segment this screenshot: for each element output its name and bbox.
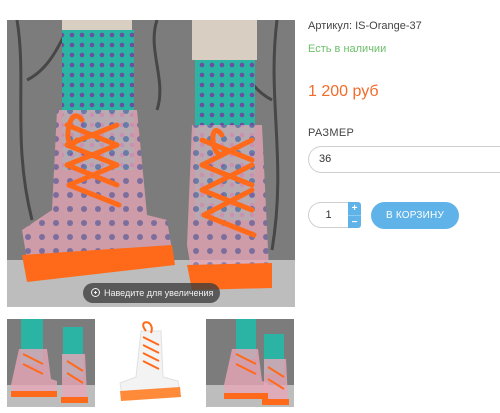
quantity-increase-button[interactable]: +	[348, 202, 361, 215]
product-sku: Артикул: IS-Orange-37	[308, 20, 422, 32]
boot-product-thumb-icon	[106, 319, 194, 407]
thumbnail-3[interactable]	[206, 319, 294, 407]
zoom-hint: Наведите для увеличения	[83, 283, 220, 303]
zoom-icon	[91, 288, 100, 297]
quantity-decrease-button[interactable]: −	[348, 215, 361, 228]
stock-status: Есть в наличии	[308, 43, 387, 55]
quantity-input[interactable]: 1	[308, 202, 348, 228]
size-label: РАЗМЕР	[308, 127, 355, 139]
zoom-hint-text: Наведите для увеличения	[104, 288, 214, 298]
product-price: 1 200 руб	[308, 83, 379, 100]
boots-photo-illustration	[7, 20, 295, 307]
add-to-cart-button[interactable]: В КОРЗИНУ	[371, 202, 459, 229]
thumbnail-2[interactable]	[106, 319, 194, 407]
thumbnail-1[interactable]	[7, 319, 95, 407]
boots-on-feet-thumb-icon	[206, 319, 294, 407]
main-product-image[interactable]	[7, 20, 295, 307]
boots-on-feet-thumb-icon	[7, 319, 95, 407]
size-select[interactable]: 36	[308, 146, 500, 173]
